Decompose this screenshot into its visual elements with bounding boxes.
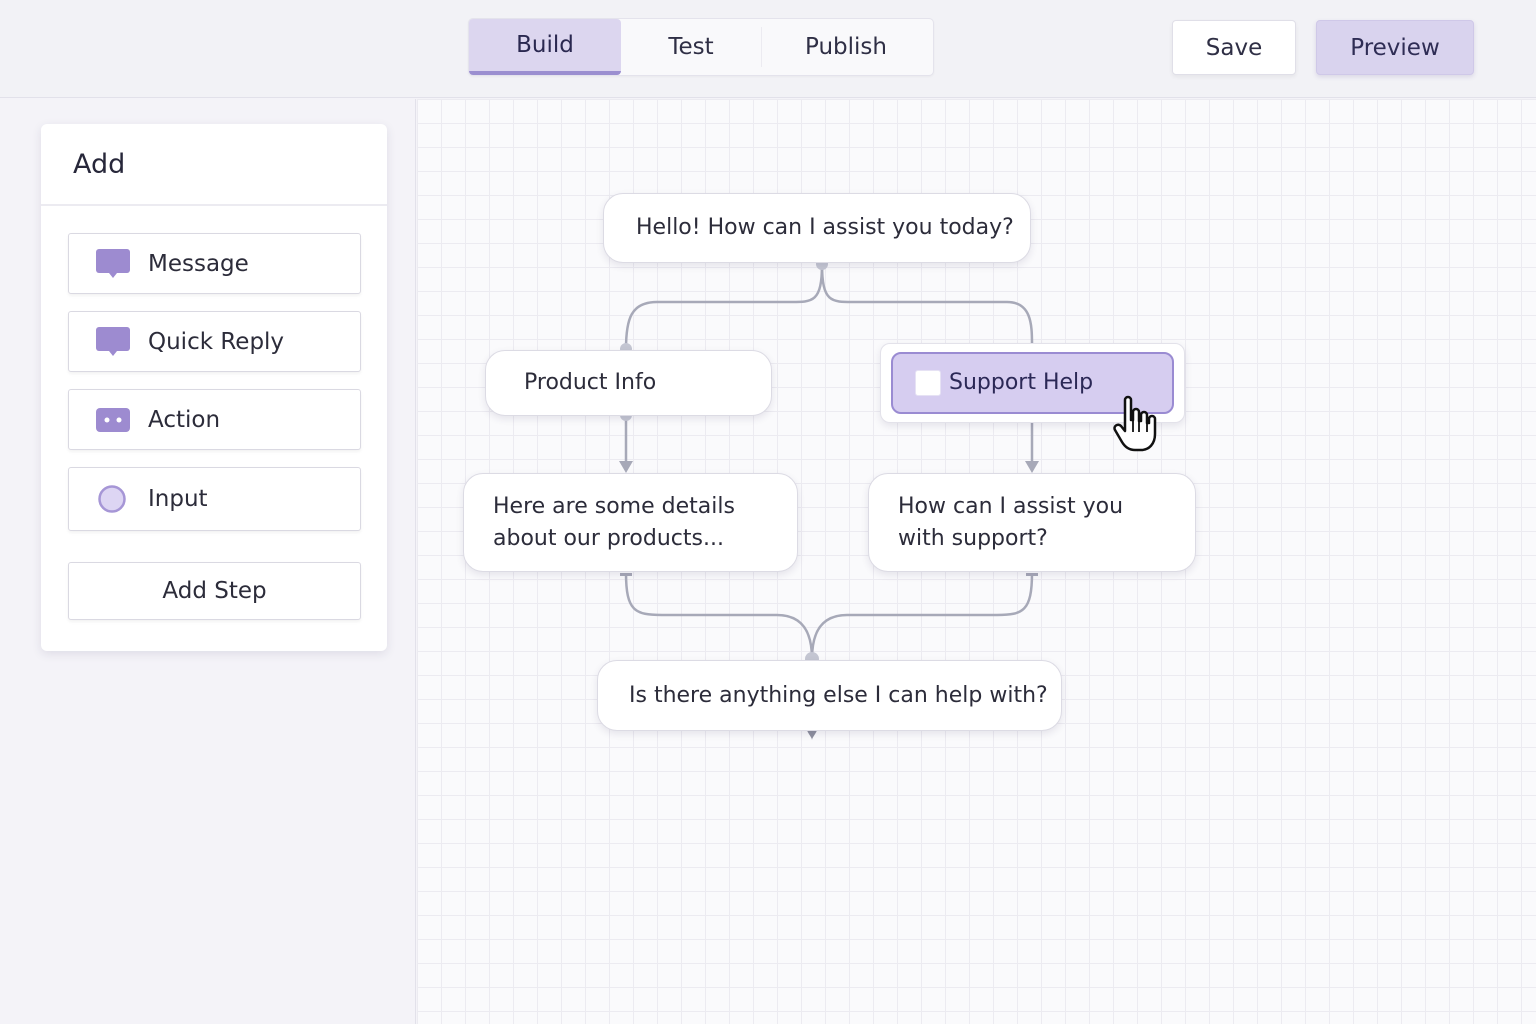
node-product-details-line1: Here are some details — [493, 493, 735, 519]
add-input-button[interactable]: Input — [68, 467, 361, 531]
add-quick-reply-label: Quick Reply — [148, 328, 285, 355]
save-button[interactable]: Save — [1172, 20, 1296, 75]
node-closing[interactable]: Is there anything else I can help with? — [597, 660, 1062, 731]
input-icon — [96, 485, 130, 513]
connector-support-closing — [810, 572, 1034, 660]
node-greeting-text: Hello! How can I assist you today? — [636, 215, 1014, 240]
node-product-info[interactable]: Product Info — [485, 350, 772, 416]
node-support-question[interactable]: How can I assist you with support? — [868, 473, 1196, 572]
add-panel: Add Message Quick Reply Action Input Add… — [41, 124, 387, 651]
add-message-button[interactable]: Message — [68, 233, 361, 294]
connector-details-closing — [624, 572, 814, 660]
add-panel-title: Add — [41, 124, 387, 206]
pointer-hand-icon — [1113, 395, 1157, 452]
add-step-button[interactable]: Add Step — [68, 562, 361, 620]
add-action-button[interactable]: Action — [68, 389, 361, 450]
add-action-label: Action — [148, 406, 221, 433]
tab-build[interactable]: Build — [469, 19, 621, 75]
node-support-help-text: Support Help — [949, 370, 1094, 395]
connector-greeting-support — [820, 263, 1034, 345]
marker-details-out — [620, 573, 632, 576]
node-support-question-line2: with support? — [898, 525, 1048, 551]
node-product-details[interactable]: Here are some details about our products… — [463, 473, 798, 572]
node-product-info-text: Product Info — [524, 370, 657, 395]
mode-tabs: Build Test Publish — [468, 18, 934, 76]
top-toolbar: Build Test Publish Save Preview — [0, 0, 1536, 98]
connector-greeting-product — [624, 263, 824, 350]
action-icon — [96, 407, 130, 433]
add-input-label: Input — [148, 486, 208, 512]
tab-publish[interactable]: Publish — [762, 19, 930, 75]
quick-reply-icon — [96, 326, 130, 356]
message-icon — [96, 248, 130, 278]
add-message-label: Message — [148, 250, 249, 277]
arrow-product-details — [619, 461, 633, 473]
node-product-details-line2: about our products... — [493, 525, 724, 551]
node-support-question-line1: How can I assist you — [898, 493, 1124, 519]
node-checkbox[interactable] — [915, 370, 941, 396]
node-closing-text: Is there anything else I can help with? — [629, 682, 1048, 708]
tab-test[interactable]: Test — [621, 19, 761, 75]
flow-canvas[interactable]: Hello! How can I assist you today? Produ… — [417, 99, 1536, 1024]
marker-support-question-out — [1026, 573, 1038, 576]
add-quick-reply-button[interactable]: Quick Reply — [68, 311, 361, 372]
arrow-support-question — [1025, 461, 1039, 473]
preview-button[interactable]: Preview — [1316, 20, 1474, 75]
node-greeting[interactable]: Hello! How can I assist you today? — [603, 193, 1031, 263]
